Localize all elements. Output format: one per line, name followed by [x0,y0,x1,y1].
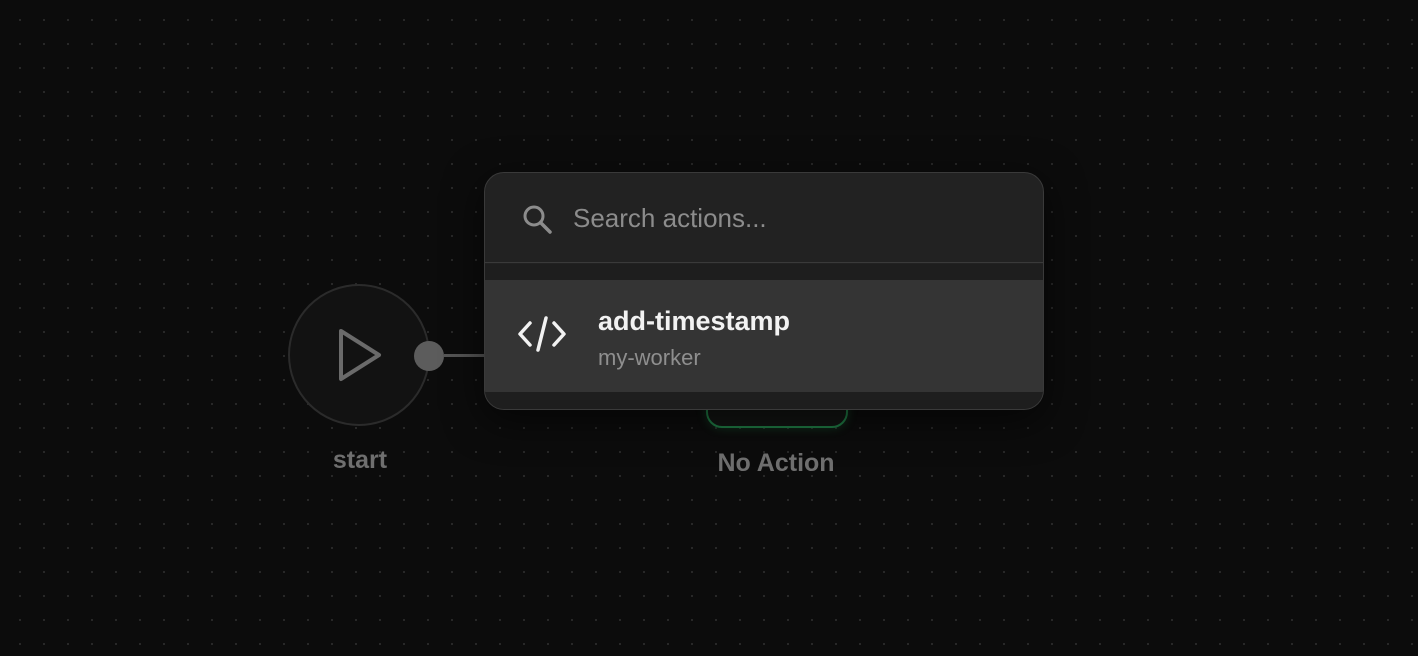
start-node[interactable] [288,284,430,426]
action-result-item[interactable]: add-timestamp my-worker [485,280,1043,392]
no-action-node-label: No Action [717,449,835,477]
action-results-list: add-timestamp my-worker [485,264,1043,409]
node-output-handle[interactable] [414,341,444,371]
play-icon [339,329,381,381]
start-node-label: start [332,446,388,474]
search-icon [523,205,552,234]
workflow-canvas[interactable]: start No Action add-timestamp my-worker [0,0,1418,656]
action-search-input[interactable] [573,195,1013,241]
action-result-subtitle: my-worker [598,345,701,370]
action-picker-popup: add-timestamp my-worker [484,172,1044,410]
code-icon [518,316,566,352]
action-result-title: add-timestamp [598,306,791,336]
action-search-bar [485,173,1043,263]
